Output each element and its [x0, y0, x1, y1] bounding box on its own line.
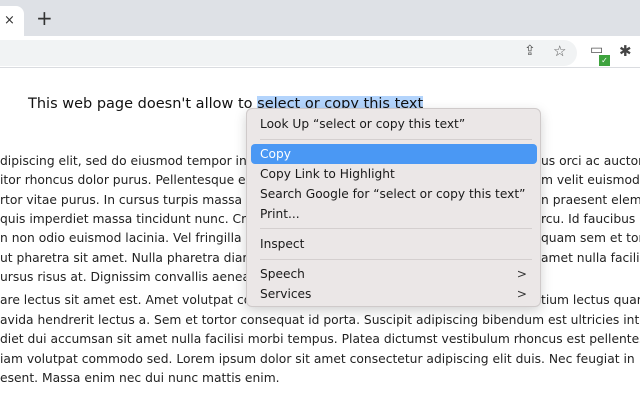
check-badge-icon: ✓ [599, 55, 610, 66]
text-line: quam sem et tort [541, 231, 640, 245]
speech-label: Speech [260, 267, 305, 281]
text-line: us orci ac auctor. [541, 154, 640, 168]
text-line: dipiscing elit, sed do eiusmod tempor in… [0, 154, 246, 168]
text-line: itor rhoncus dolor purus. Pellentesque e… [0, 173, 246, 187]
star-icon[interactable]: ☆ [553, 42, 566, 60]
text-line: tium lectus quam [541, 293, 640, 307]
text-line: esent. Massa enim nec dui nunc mattis en… [0, 371, 280, 385]
menu-item-copy-link[interactable]: Copy Link to Highlight [251, 164, 537, 184]
chevron-right-icon: > [516, 287, 527, 301]
menu-item-look-up[interactable]: Look Up “select or copy this text” [251, 114, 537, 134]
close-tab-icon[interactable]: × [4, 13, 15, 28]
text-line: n non odio euismod lacinia. Vel fringill… [0, 231, 246, 245]
menu-item-services[interactable]: Services > [251, 284, 537, 304]
menu-separator [260, 228, 532, 229]
new-tab-button[interactable]: + [36, 6, 53, 30]
menu-separator [260, 139, 532, 140]
text-line: ut pharetra sit amet. Nulla pharetra dia… [0, 251, 246, 265]
share-icon[interactable]: ⇪ [524, 43, 536, 59]
services-label: Services [260, 287, 312, 301]
text-line: ursus risus at. Dignissim convallis aene… [0, 270, 246, 284]
text-line: rcu. Id faucibus n [541, 212, 640, 226]
text-line: m velit euismod [541, 173, 640, 187]
menu-separator [260, 259, 532, 260]
context-menu: Look Up “select or copy this text” Copy … [246, 108, 541, 307]
address-bar[interactable] [0, 40, 577, 66]
toolbar: ⇪ ☆ ▭ ✱ [0, 36, 640, 68]
chevron-right-icon: > [516, 267, 527, 281]
text-line: avida hendrerit lectus a. Sem et tortor … [0, 313, 640, 327]
text-line: quis imperdiet massa tincidunt nunc. Cra… [0, 212, 246, 226]
text-line: are lectus sit amet est. Amet volutpat c… [0, 293, 246, 307]
active-tab[interactable]: × [0, 6, 24, 36]
text-line: rtor vitae purus. In cursus turpis massa… [0, 193, 246, 207]
menu-item-speech[interactable]: Speech > [251, 264, 537, 284]
menu-item-print[interactable]: Print... [251, 204, 537, 224]
puzzle-icon[interactable]: ✱ [619, 42, 632, 60]
text-line: iam volutpat commodo sed. Lorem ipsum do… [0, 352, 635, 366]
menu-item-copy[interactable]: Copy [251, 144, 537, 164]
text-line: n praesent eleme [541, 193, 640, 207]
menu-item-search-google[interactable]: Search Google for “select or copy this t… [251, 184, 537, 204]
tab-bar: × + [0, 0, 640, 36]
text-line: amet nulla facilis [541, 251, 640, 265]
heading-text: This web page doesn't allow to [28, 96, 258, 112]
text-line: diet dui accumsan sit amet nulla facilis… [0, 332, 640, 346]
menu-item-inspect[interactable]: Inspect [251, 234, 537, 254]
